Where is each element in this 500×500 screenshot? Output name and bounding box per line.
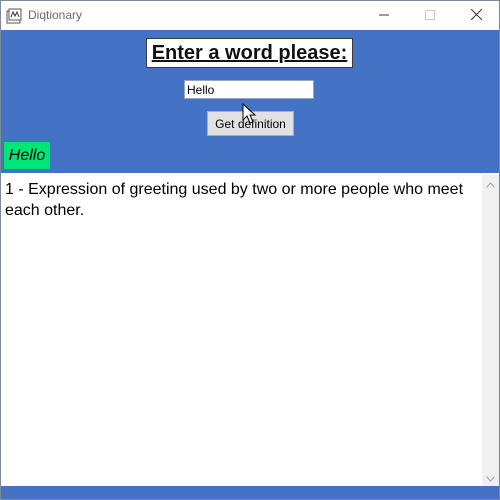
chevron-down-icon (486, 469, 495, 487)
minimize-button[interactable] (361, 1, 407, 30)
definition-text-area[interactable]: 1 - Expression of greeting used by two o… (2, 175, 482, 486)
vertical-scrollbar[interactable] (482, 175, 499, 486)
title-bar[interactable]: Diqtionary (1, 1, 499, 30)
close-button[interactable] (453, 1, 499, 30)
minimize-icon (379, 7, 389, 25)
mouse-cursor-icon (242, 102, 258, 125)
prompt-heading: Enter a word please: (147, 39, 352, 67)
bottom-panel (1, 486, 499, 499)
scroll-down-button[interactable] (482, 469, 499, 486)
maximize-icon (425, 7, 435, 25)
close-icon (470, 7, 482, 25)
word-input[interactable] (184, 80, 314, 99)
result-word-label: Hello (4, 142, 50, 169)
chevron-up-icon (486, 175, 495, 193)
app-window: Diqtionary Enter a word please: Get defi… (0, 0, 500, 500)
maximize-button[interactable] (407, 1, 453, 30)
window-title: Diqtionary (28, 8, 83, 22)
scroll-up-button[interactable] (482, 175, 499, 192)
app-icon (6, 8, 22, 24)
definition-text: 1 - Expression of greeting used by two o… (5, 181, 464, 219)
